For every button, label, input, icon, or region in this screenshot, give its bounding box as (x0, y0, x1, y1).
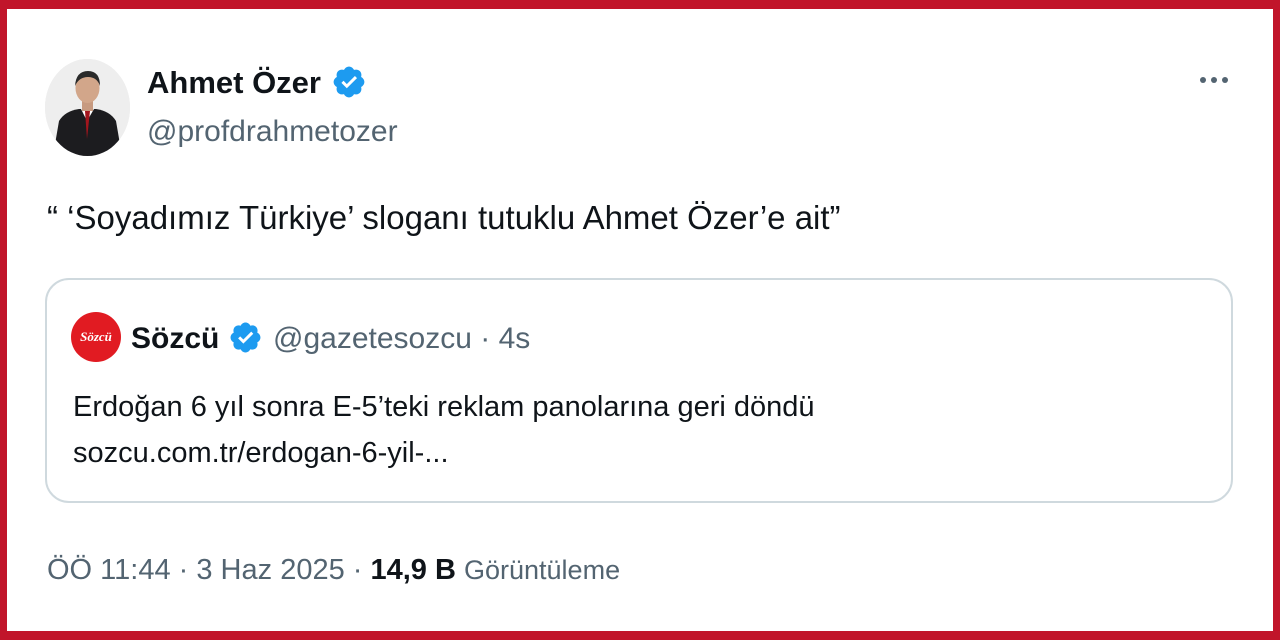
quoted-text-line: Erdoğan 6 yıl sonra E-5’teki reklam pano… (73, 391, 815, 423)
sozcu-logo: Sözcü (71, 312, 121, 362)
tweet-time[interactable]: ÖÖ 11:44 (47, 554, 171, 586)
quoted-text: Erdoğan 6 yıl sonra E-5’teki reklam pano… (73, 384, 815, 476)
more-options-icon[interactable] (1194, 68, 1234, 92)
author-display-name[interactable]: Ahmet Özer (147, 63, 321, 103)
separator-dot: · (471, 322, 499, 355)
quoted-handle[interactable]: @gazetesozcu (273, 322, 472, 355)
author-handle[interactable]: @profdrahmetozer (147, 112, 398, 152)
tweet-date[interactable]: 3 Haz 2025 (196, 554, 344, 586)
avatar[interactable] (45, 59, 130, 156)
tweet-text: “ ‘Soyadımız Türkiye’ sloganı tutuklu Ah… (47, 199, 841, 236)
quoted-verified-badge-icon (230, 322, 261, 353)
view-count: 14,9 B (370, 554, 456, 586)
quoted-display-name[interactable]: Sözcü (131, 320, 219, 358)
verified-badge-icon (333, 66, 365, 98)
views-spacer (456, 554, 464, 586)
quoted-meta: @gazetesozcu · 4s (273, 320, 530, 358)
views-label: Görüntüleme (464, 555, 621, 585)
quoted-time[interactable]: 4s (499, 322, 531, 355)
separator-dot: · (344, 554, 371, 586)
avatar-portrait (45, 59, 130, 156)
quoted-link[interactable]: sozcu.com.tr/erdogan-6-yil-... (73, 430, 815, 476)
separator-dot: · (170, 554, 197, 586)
tweet-footer: ÖÖ 11:44 · 3 Haz 2025 · 14,9 B Görüntüle… (47, 550, 620, 590)
